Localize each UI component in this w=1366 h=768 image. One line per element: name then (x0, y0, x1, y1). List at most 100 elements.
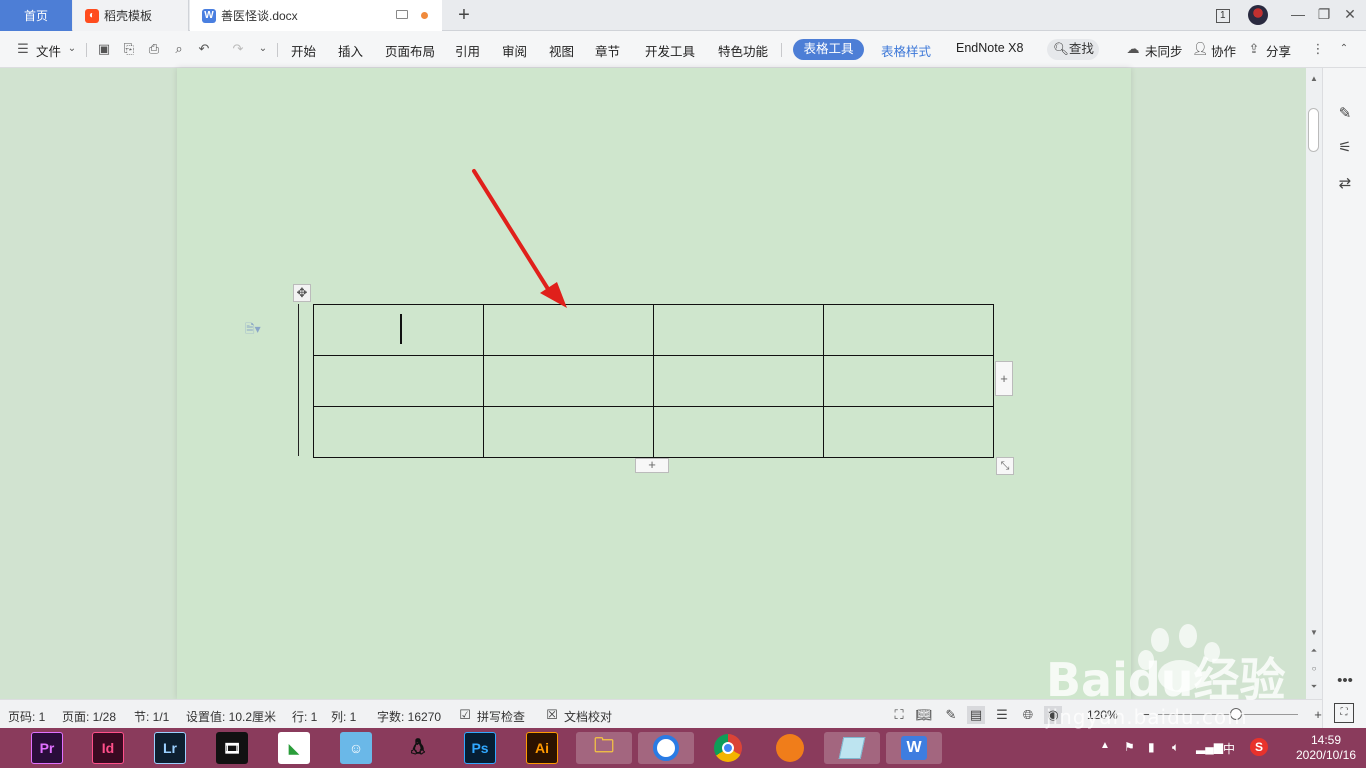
status-row[interactable]: 行: 1 (292, 708, 317, 725)
status-setting[interactable]: 设置值: 10.2厘米 (186, 708, 276, 725)
proofread-button[interactable]: 文档校对 (564, 708, 612, 725)
proofread-icon[interactable]: ☒ (543, 706, 561, 724)
chrome-icon[interactable] (712, 732, 744, 764)
vertical-scrollbar[interactable]: ▲ ▼ ⏶ ○ ⏷ (1306, 68, 1322, 699)
tab-chapter[interactable]: 章节 (595, 41, 620, 60)
tab-home[interactable]: 首页 (0, 0, 72, 31)
status-page-number[interactable]: 页码: 1 (8, 708, 45, 725)
window-count-badge[interactable]: 1 (1216, 0, 1230, 31)
sogou-ime-icon[interactable]: S (1250, 738, 1268, 756)
wps-taskbar-icon[interactable]: W (886, 732, 942, 764)
status-section[interactable]: 节: 1/1 (134, 708, 169, 725)
video-editor-icon[interactable]: 🎞︎ (216, 732, 248, 764)
next-page-icon[interactable]: ⏷ (1306, 682, 1322, 692)
tab-document[interactable]: W 善医怪谈.docx (190, 0, 442, 31)
unsync-label[interactable]: 未同步 (1145, 41, 1183, 60)
download-manager-icon[interactable] (774, 732, 806, 764)
more-quick-access-icon[interactable]: ⌄ (255, 41, 271, 57)
scroll-thumb[interactable] (1308, 108, 1319, 152)
fit-page-icon[interactable]: ⛶ (1334, 703, 1354, 723)
tab-table-style[interactable]: 表格样式 (881, 41, 931, 60)
select-browse-icon[interactable]: ○ (1306, 664, 1322, 673)
document-page[interactable]: 🗎▾ ✥ + + ⤡ (177, 68, 1131, 699)
tab-insert[interactable]: 插入 (338, 41, 363, 60)
indesign-icon[interactable]: Id (92, 732, 124, 764)
hamburger-icon[interactable]: ☰ (15, 41, 31, 57)
undo-icon[interactable]: ↶ (196, 41, 212, 57)
table-cell[interactable] (483, 355, 654, 407)
tray-flag-icon[interactable]: ⚑ (1124, 740, 1135, 754)
lightroom-icon[interactable]: Lr (154, 732, 186, 764)
tray-battery-icon[interactable]: ▮ (1148, 740, 1155, 754)
tray-network-icon[interactable]: ▂▄▆ (1196, 740, 1223, 754)
collaborate-label[interactable]: 协作 (1211, 41, 1236, 60)
tab-special-features[interactable]: 特色功能 (718, 41, 768, 60)
reading-mode-icon[interactable]: 📖︎ (915, 706, 933, 724)
table-cell[interactable] (823, 355, 994, 407)
restore-icon[interactable]: ❐ (1314, 6, 1334, 24)
tab-start[interactable]: 开始 (291, 41, 316, 60)
table-cell[interactable] (313, 355, 484, 407)
spellcheck-icon[interactable]: ☑ (456, 706, 474, 724)
screen-icon[interactable] (396, 10, 408, 19)
save-icon[interactable]: ▣ (96, 41, 112, 57)
format-painter-icon[interactable]: ⎘ (121, 41, 137, 57)
edit-pen-icon[interactable]: ✎ (1335, 104, 1355, 124)
table-resize-icon[interactable]: ⤡ (996, 457, 1014, 475)
table-cell[interactable] (823, 304, 994, 356)
tab-page-layout[interactable]: 页面布局 (385, 41, 435, 60)
print-preview-icon[interactable]: ⌕ (171, 41, 187, 57)
illustrator-icon[interactable]: Ai (526, 732, 558, 764)
menu-file[interactable]: 文件 (36, 41, 61, 60)
add-column-button[interactable]: + (995, 361, 1013, 396)
search-button[interactable]: 🔍︎查找 (1047, 39, 1099, 60)
browser-icon[interactable] (638, 732, 694, 764)
close-icon[interactable]: ✕ (1340, 6, 1360, 24)
table-cell[interactable] (483, 304, 654, 356)
cloud-sync-icon[interactable]: ☁ (1125, 41, 1141, 57)
chat-app-icon[interactable]: ☺ (340, 732, 372, 764)
table-cell[interactable] (653, 304, 824, 356)
tab-review[interactable]: 审阅 (502, 41, 527, 60)
avatar[interactable] (1248, 5, 1268, 25)
table-cell[interactable] (653, 406, 824, 458)
scroll-down-arrow-icon[interactable]: ▼ (1306, 628, 1322, 637)
page-view-icon[interactable]: ▤ (967, 706, 985, 724)
table-cell[interactable] (653, 355, 824, 407)
premiere-icon[interactable]: Pr (31, 732, 63, 764)
add-row-button[interactable]: + (635, 458, 669, 473)
settings-sliders-icon[interactable]: ⚟ (1335, 138, 1355, 158)
status-column[interactable]: 列: 1 (331, 708, 356, 725)
table-cell[interactable] (483, 406, 654, 458)
status-pages[interactable]: 页面: 1/28 (62, 708, 116, 725)
tab-endnote[interactable]: EndNote X8 (956, 41, 1023, 55)
tab-developer-tools[interactable]: 开发工具 (645, 41, 695, 60)
minimize-icon[interactable]: — (1288, 6, 1308, 24)
fullscreen-icon[interactable]: ⛶ (890, 706, 908, 724)
table-cell[interactable] (823, 406, 994, 458)
tab-view[interactable]: 视图 (549, 41, 574, 60)
collapse-ribbon-icon[interactable]: ⌃ (1336, 41, 1352, 57)
status-word-count[interactable]: 字数: 16270 (377, 708, 441, 725)
zoom-in-icon[interactable]: + (1309, 706, 1327, 724)
system-clock[interactable]: 14:59 2020/10/16 (1290, 733, 1362, 763)
print-icon[interactable]: ⎙ (146, 41, 162, 57)
tab-docer-templates[interactable]: ◐ 稻壳模板 (73, 0, 189, 31)
translate-icon[interactable]: ⇄ (1335, 174, 1355, 194)
table-move-handle-icon[interactable]: ✥ (293, 284, 311, 302)
prev-page-icon[interactable]: ⏶ (1306, 646, 1322, 656)
new-tab-button[interactable]: + (452, 3, 476, 27)
chevron-down-icon[interactable]: ⌄ (64, 41, 80, 57)
unsaved-dot-icon[interactable] (421, 12, 428, 19)
spellcheck-button[interactable]: 拼写检查 (477, 708, 525, 725)
scroll-up-arrow-icon[interactable]: ▲ (1306, 74, 1322, 83)
more-dots-icon[interactable]: ••• (1335, 672, 1355, 692)
ime-indicator[interactable]: 中 (1223, 740, 1235, 757)
share-icon[interactable]: ⇪ (1246, 41, 1262, 57)
collaborate-icon[interactable]: 👤︎ (1192, 41, 1209, 57)
tab-reference[interactable]: 引用 (455, 41, 480, 60)
photoshop-icon[interactable]: Ps (464, 732, 496, 764)
paragraph-marker-icon[interactable]: 🗎▾ (245, 320, 261, 341)
redo-icon[interactable]: ↷ (230, 41, 246, 57)
file-explorer-icon[interactable]: 🗀 (576, 732, 632, 764)
